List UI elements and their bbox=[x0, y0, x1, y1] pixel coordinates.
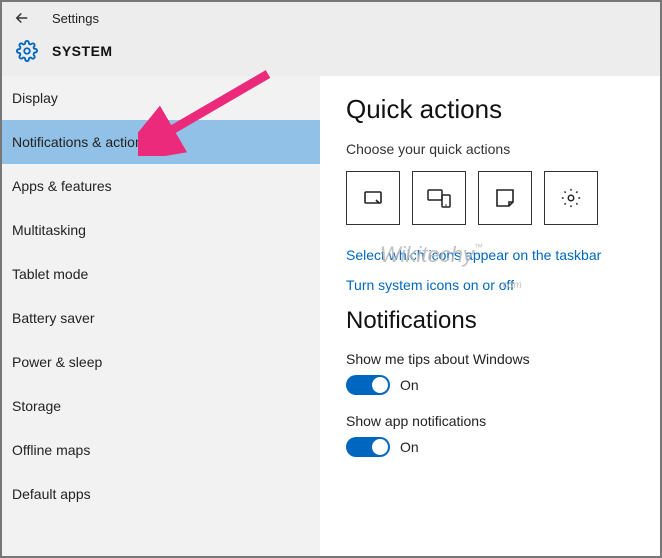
quick-actions-heading: Quick actions bbox=[346, 94, 636, 125]
notifications-heading: Notifications bbox=[346, 307, 636, 335]
app-title: Settings bbox=[52, 11, 99, 26]
sidebar-item-offline-maps[interactable]: Offline maps bbox=[2, 428, 320, 472]
quick-action-settings[interactable] bbox=[544, 171, 598, 225]
link-taskbar-icons[interactable]: Select which icons appear on the taskbar bbox=[346, 247, 636, 263]
sidebar-item-notifications-actions[interactable]: Notifications & actions bbox=[2, 120, 320, 164]
appnotif-toggle[interactable] bbox=[346, 437, 390, 457]
titlebar: Settings bbox=[2, 2, 660, 34]
main-layout: Display Notifications & actions Apps & f… bbox=[2, 76, 660, 556]
sidebar-item-apps-features[interactable]: Apps & features bbox=[2, 164, 320, 208]
link-system-icons[interactable]: Turn system icons on or off bbox=[346, 277, 636, 293]
quick-actions-sub: Choose your quick actions bbox=[346, 141, 636, 157]
tips-label: Show me tips about Windows bbox=[346, 351, 636, 367]
quick-action-tablet-mode[interactable] bbox=[346, 171, 400, 225]
appnotif-label: Show app notifications bbox=[346, 413, 636, 429]
appnotif-state: On bbox=[400, 439, 419, 455]
gear-icon bbox=[16, 40, 38, 62]
sidebar: Display Notifications & actions Apps & f… bbox=[2, 76, 320, 556]
tips-toggle[interactable] bbox=[346, 375, 390, 395]
sidebar-item-storage[interactable]: Storage bbox=[2, 384, 320, 428]
sidebar-item-power-sleep[interactable]: Power & sleep bbox=[2, 340, 320, 384]
tips-state: On bbox=[400, 377, 419, 393]
quick-action-tiles bbox=[346, 171, 636, 225]
sidebar-item-display[interactable]: Display bbox=[2, 76, 320, 120]
section-label: SYSTEM bbox=[52, 43, 113, 59]
content-pane: Quick actions Choose your quick actions … bbox=[320, 76, 660, 556]
sidebar-item-tablet-mode[interactable]: Tablet mode bbox=[2, 252, 320, 296]
quick-action-connect[interactable] bbox=[412, 171, 466, 225]
sidebar-item-multitasking[interactable]: Multitasking bbox=[2, 208, 320, 252]
back-button[interactable] bbox=[10, 6, 34, 30]
section-header: SYSTEM bbox=[2, 34, 660, 76]
sidebar-item-battery-saver[interactable]: Battery saver bbox=[2, 296, 320, 340]
quick-action-note[interactable] bbox=[478, 171, 532, 225]
sidebar-item-default-apps[interactable]: Default apps bbox=[2, 472, 320, 516]
